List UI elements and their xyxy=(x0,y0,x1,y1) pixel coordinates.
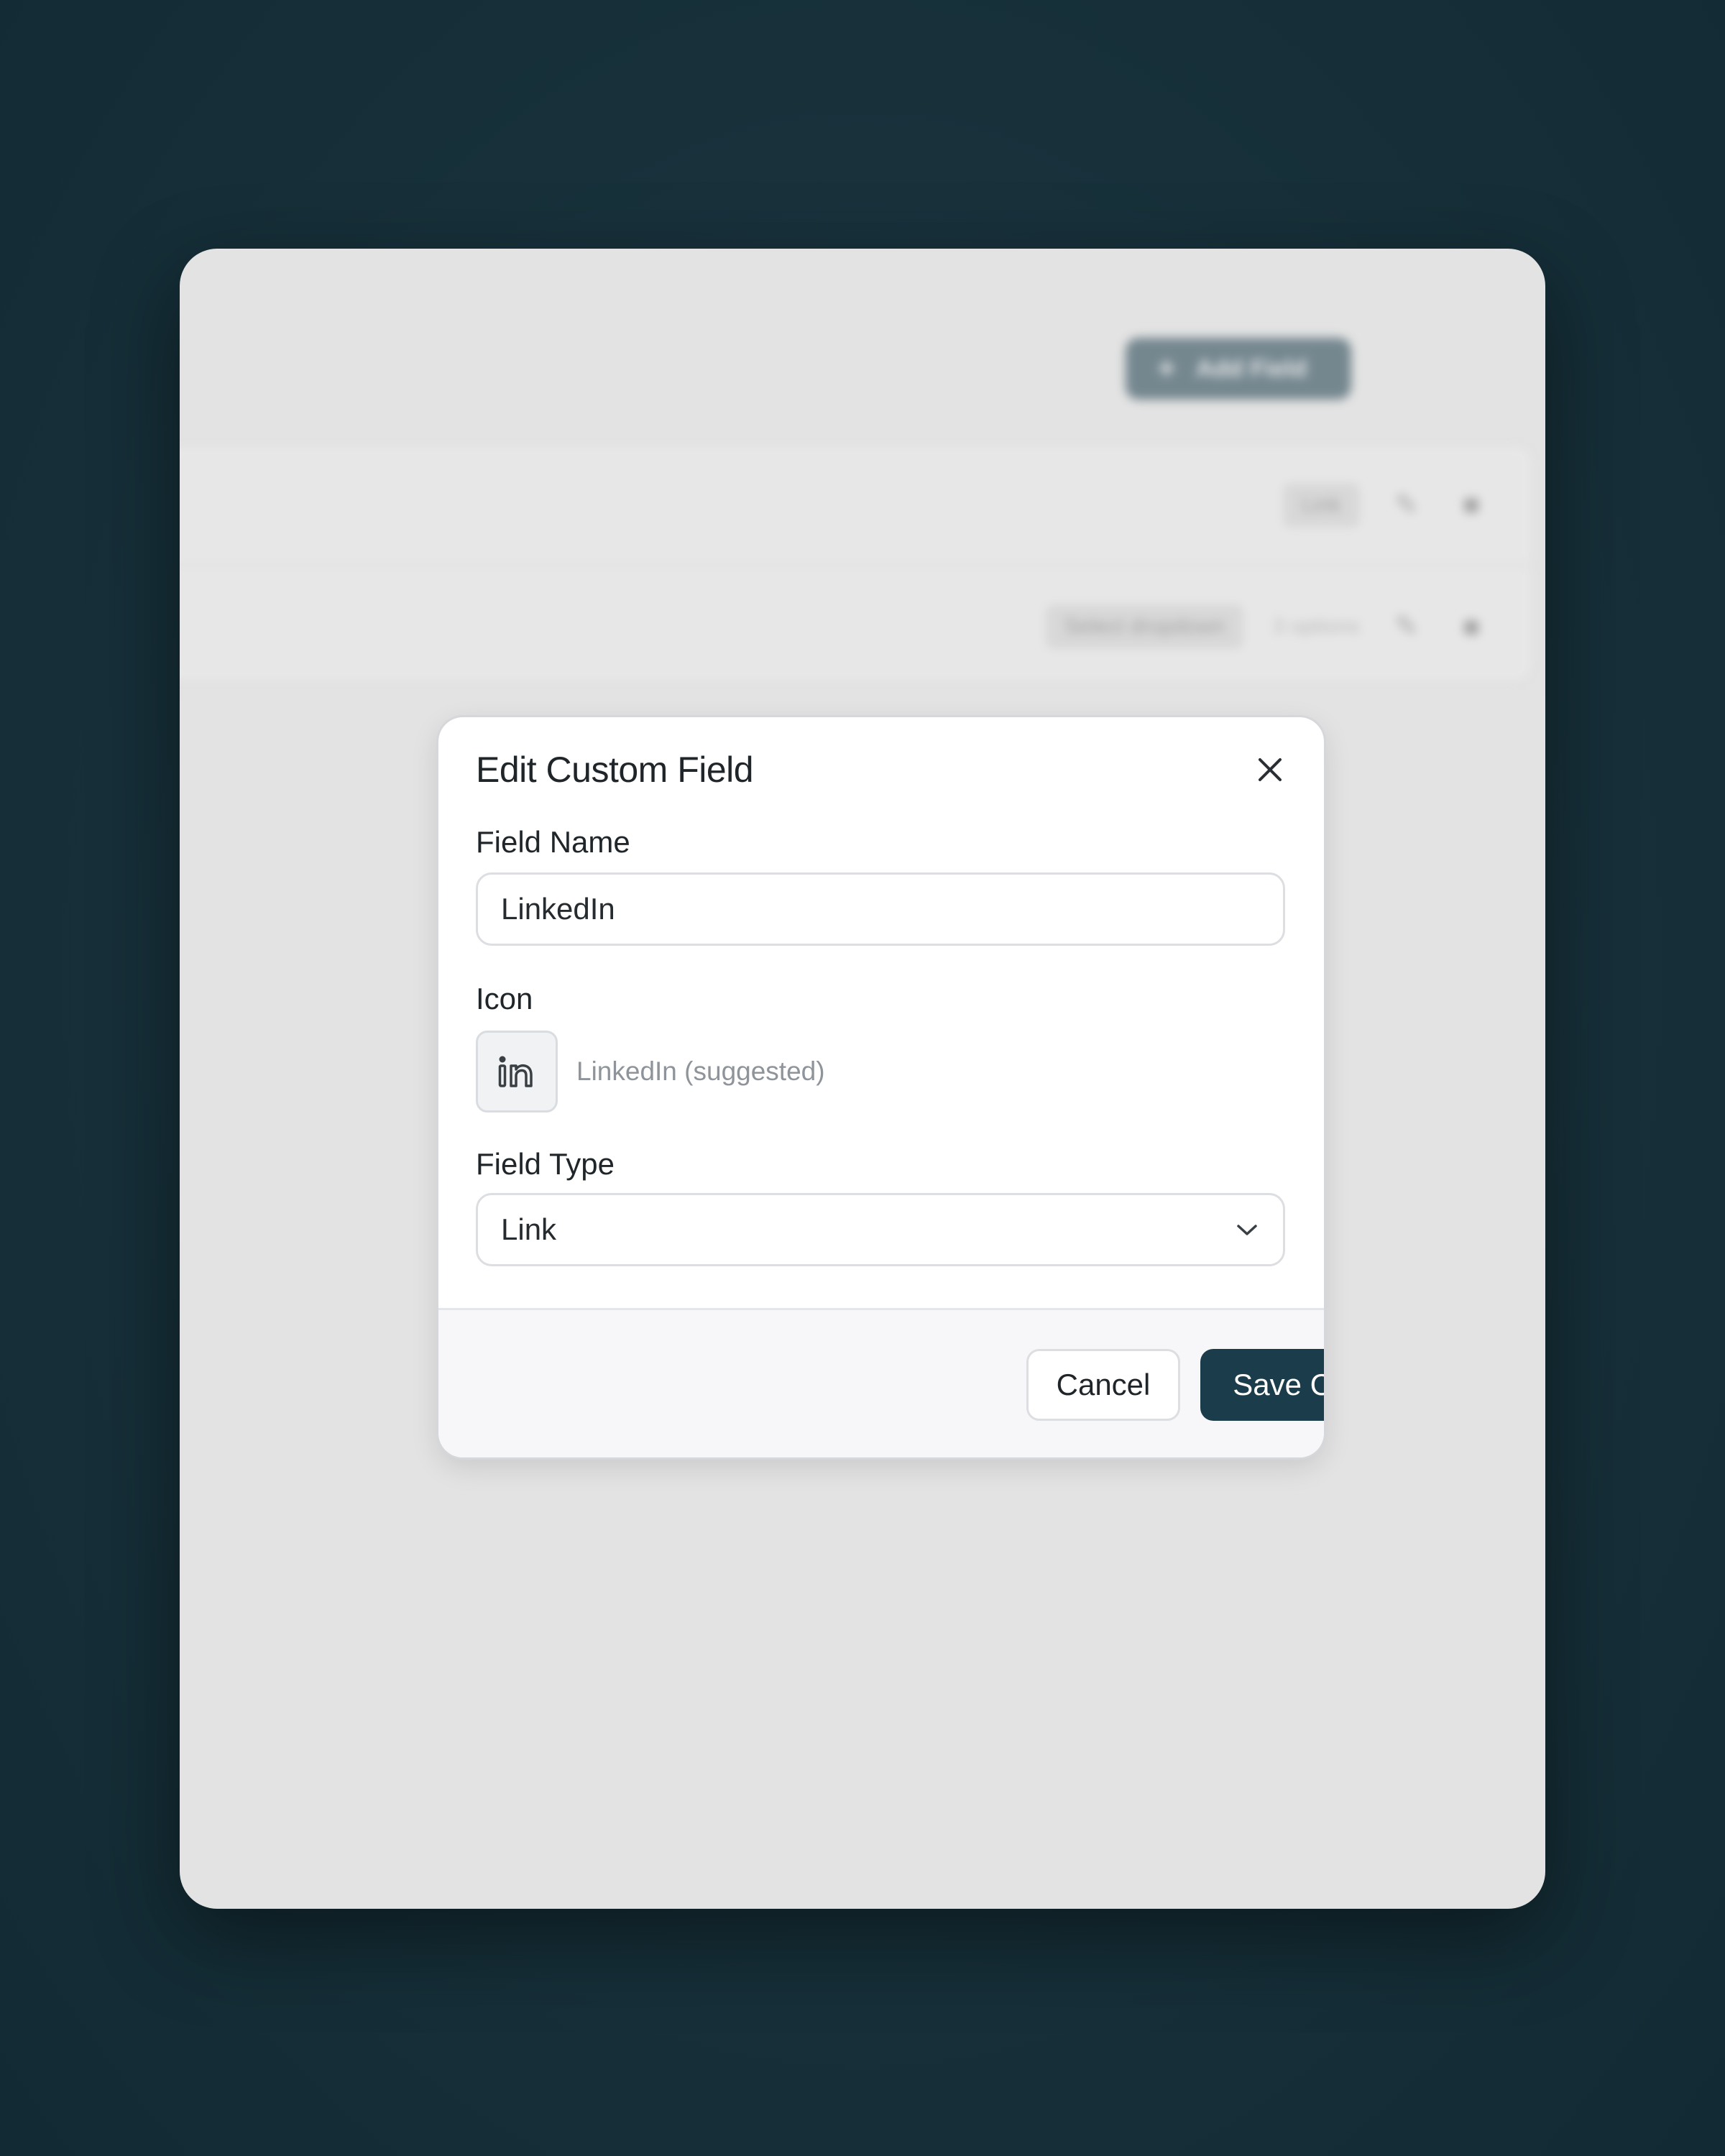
options-count: 3 options xyxy=(1272,614,1360,638)
field-row: Select dropdown 3 options ✎ ■ xyxy=(180,566,1532,687)
cancel-button[interactable]: Cancel xyxy=(1026,1349,1180,1421)
close-icon xyxy=(1259,758,1282,781)
close-button[interactable] xyxy=(1249,749,1291,791)
pencil-icon: ✎ xyxy=(1394,611,1419,642)
pencil-icon: ✎ xyxy=(1394,489,1419,521)
fields-list: Link ✎ ■ Select dropdown 3 options ✎ ■ xyxy=(180,443,1535,684)
dialog-title: Edit Custom Field xyxy=(476,750,754,790)
add-field-label: Add Field xyxy=(1195,354,1307,382)
add-field-button: + Add Field xyxy=(1126,338,1351,400)
icon-label: Icon xyxy=(476,982,533,1015)
linkedin-icon xyxy=(498,1056,533,1087)
field-name-input[interactable] xyxy=(476,872,1285,946)
plus-icon: + xyxy=(1157,351,1176,386)
trash-icon: ■ xyxy=(1462,489,1481,520)
field-type-value: Link xyxy=(501,1212,557,1246)
field-type-select[interactable]: Link xyxy=(476,1193,1285,1266)
chevron-down-icon xyxy=(1237,1225,1257,1235)
save-changes-button[interactable]: Save Changes xyxy=(1200,1349,1324,1421)
trash-icon: ■ xyxy=(1462,610,1481,642)
field-type-label: Field Type xyxy=(476,1147,615,1181)
field-row: Link ✎ ■ xyxy=(180,446,1532,566)
icon-suggestion-text: LinkedIn (suggested) xyxy=(576,1056,825,1086)
field-type-badge: Select dropdown xyxy=(1045,604,1244,649)
edit-field-dialog: Edit Custom Field Field Name Icon Linked… xyxy=(438,717,1324,1457)
field-name-label: Field Name xyxy=(476,825,630,859)
dialog-footer: Cancel Save Changes xyxy=(438,1308,1324,1457)
field-type-badge: Link xyxy=(1282,482,1360,528)
app-window: + Add Field Link ✎ ■ Select dropdown 3 o… xyxy=(180,249,1545,1909)
icon-picker[interactable] xyxy=(476,1031,558,1112)
